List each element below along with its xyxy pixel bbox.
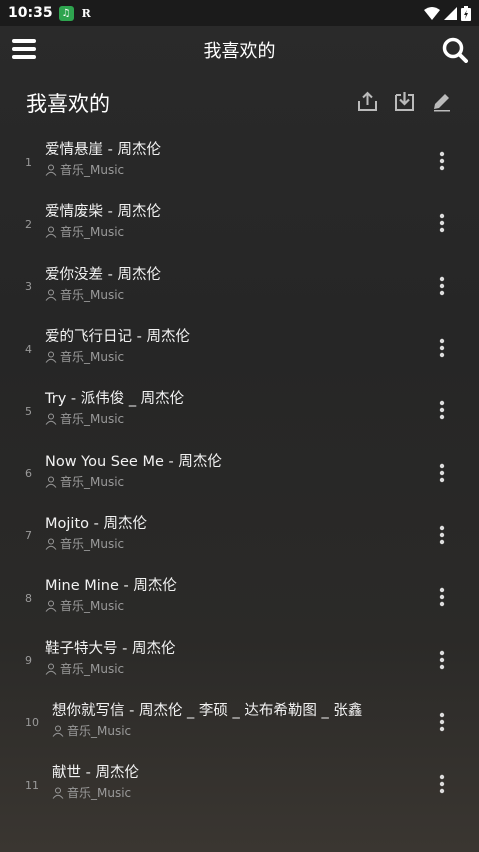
person-icon — [52, 787, 64, 799]
person-icon — [45, 600, 57, 613]
song-row[interactable]: 10 想你就写信 - 周杰伦 _ 李硕 _ 达布希勒图 _ 张鑫 音乐_Musi… — [0, 691, 479, 753]
more-vertical-icon[interactable] — [427, 271, 457, 301]
song-artist: 音乐_Music — [52, 785, 427, 801]
person-icon — [45, 538, 57, 550]
song-index: 2 — [25, 217, 32, 231]
status-time: 10:35 — [8, 5, 53, 21]
person-icon — [45, 663, 57, 675]
song-title: 爱情悬崖 - 周杰伦 — [45, 142, 161, 159]
song-index: 5 — [25, 404, 32, 418]
more-vertical-icon[interactable] — [427, 769, 457, 799]
page-title: 我喜欢的 — [26, 92, 110, 116]
song-artist-label: 音乐_Music — [60, 474, 125, 489]
song-row[interactable]: 4 爱的飞行日记 - 周杰伦 音乐_Music — [0, 317, 479, 379]
song-artist: 音乐_Music — [45, 536, 427, 552]
song-artist: 音乐_Music — [45, 474, 427, 490]
battery-icon — [461, 5, 471, 21]
song-title: 爱你没差 - 周杰伦 — [45, 266, 161, 283]
song-artist-label: 音乐_Music — [60, 661, 125, 676]
song-artist-label: 音乐_Music — [60, 225, 125, 240]
song-artist: 音乐_Music — [45, 349, 427, 365]
more-vertical-icon[interactable] — [427, 333, 457, 363]
music-app-notification-icon: ♫ — [58, 5, 74, 21]
song-artist: 音乐_Music — [52, 723, 427, 739]
song-artist-label: 音乐_Music — [60, 599, 125, 614]
edit-icon[interactable] — [430, 90, 453, 113]
person-icon — [52, 725, 64, 737]
menu-icon[interactable] — [12, 38, 36, 60]
song-title: 鞋子特大号 - 周杰伦 — [45, 640, 176, 657]
song-row[interactable]: 9 鞋子特大号 - 周杰伦 音乐_Music — [0, 628, 479, 690]
song-index: 1 — [25, 155, 32, 169]
song-index: 6 — [25, 467, 32, 481]
song-index: 8 — [25, 591, 32, 605]
song-index: 3 — [25, 280, 32, 294]
song-row[interactable]: 5 Try - 派伟俊 _ 周杰伦 音乐_Music — [0, 379, 479, 441]
song-artist: 音乐_Music — [45, 162, 427, 178]
share-icon[interactable] — [356, 90, 379, 113]
song-row[interactable]: 7 Mojito - 周杰伦 音乐_Music — [0, 504, 479, 566]
person-icon — [45, 289, 57, 301]
song-row[interactable]: 8 Mine Mine - 周杰伦 音乐_Music — [0, 566, 479, 628]
song-title: 爱的飞行日记 - 周杰伦 — [45, 329, 190, 346]
search-icon[interactable] — [442, 37, 468, 63]
song-title: Now You See Me - 周杰伦 — [45, 453, 222, 470]
song-index: 11 — [25, 778, 39, 792]
song-row[interactable]: 6 Now You See Me - 周杰伦 音乐_Music — [0, 441, 479, 503]
song-artist: 音乐_Music — [45, 224, 427, 240]
song-row[interactable]: 11 献世 - 周杰伦 音乐_Music — [0, 753, 479, 815]
song-index: 10 — [25, 716, 39, 730]
download-icon[interactable] — [393, 90, 416, 113]
song-artist-label: 音乐_Music — [60, 287, 125, 302]
song-artist-label: 音乐_Music — [60, 350, 125, 365]
playlist-header: 我喜欢的 — [0, 84, 479, 122]
song-index: 4 — [25, 342, 32, 356]
more-vertical-icon[interactable] — [427, 146, 457, 176]
song-row[interactable]: 3 爱你没差 - 周杰伦 音乐_Music — [0, 255, 479, 317]
r-notification-icon: R — [81, 6, 91, 20]
song-artist: 音乐_Music — [45, 661, 427, 677]
person-icon — [45, 164, 57, 176]
song-list: 1 爱情悬崖 - 周杰伦 音乐_Music 2 爱情废柴 - 周杰伦 音乐_Mu… — [0, 130, 479, 815]
wifi-icon — [424, 6, 440, 20]
song-title: 献世 - 周杰伦 — [52, 765, 139, 782]
person-icon — [45, 413, 57, 426]
song-row[interactable]: 1 爱情悬崖 - 周杰伦 音乐_Music — [0, 130, 479, 192]
song-title: Mojito - 周杰伦 — [45, 515, 147, 532]
person-icon — [45, 226, 57, 239]
song-title: Try - 派伟俊 _ 周杰伦 — [45, 391, 185, 408]
more-vertical-icon[interactable] — [427, 582, 457, 612]
more-vertical-icon[interactable] — [427, 645, 457, 675]
more-vertical-icon[interactable] — [427, 458, 457, 488]
song-title: 想你就写信 - 周杰伦 _ 李硕 _ 达布希勒图 _ 张鑫 — [52, 702, 363, 719]
song-artist: 音乐_Music — [45, 598, 427, 614]
song-artist: 音乐_Music — [45, 287, 427, 303]
signal-icon — [444, 6, 457, 20]
song-title: 爱情废柴 - 周杰伦 — [45, 204, 161, 221]
person-icon — [45, 476, 57, 488]
status-bar: 10:35 ♫ R — [0, 0, 479, 26]
app-bar-title: 我喜欢的 — [203, 41, 276, 62]
song-index: 7 — [25, 529, 32, 543]
song-row[interactable]: 2 爱情废柴 - 周杰伦 音乐_Music — [0, 192, 479, 254]
person-icon — [45, 351, 57, 363]
more-vertical-icon[interactable] — [427, 520, 457, 550]
song-artist-label: 音乐_Music — [67, 786, 132, 801]
song-title: Mine Mine - 周杰伦 — [45, 578, 177, 595]
song-artist-label: 音乐_Music — [60, 163, 125, 178]
more-vertical-icon[interactable] — [427, 208, 457, 238]
song-artist-label: 音乐_Music — [67, 723, 132, 738]
song-artist-label: 音乐_Music — [60, 412, 125, 427]
song-artist: 音乐_Music — [45, 411, 427, 427]
more-vertical-icon[interactable] — [427, 707, 457, 737]
song-artist-label: 音乐_Music — [60, 536, 125, 551]
more-vertical-icon[interactable] — [427, 395, 457, 425]
app-bar: 我喜欢的 — [0, 26, 479, 74]
song-index: 9 — [25, 654, 32, 668]
